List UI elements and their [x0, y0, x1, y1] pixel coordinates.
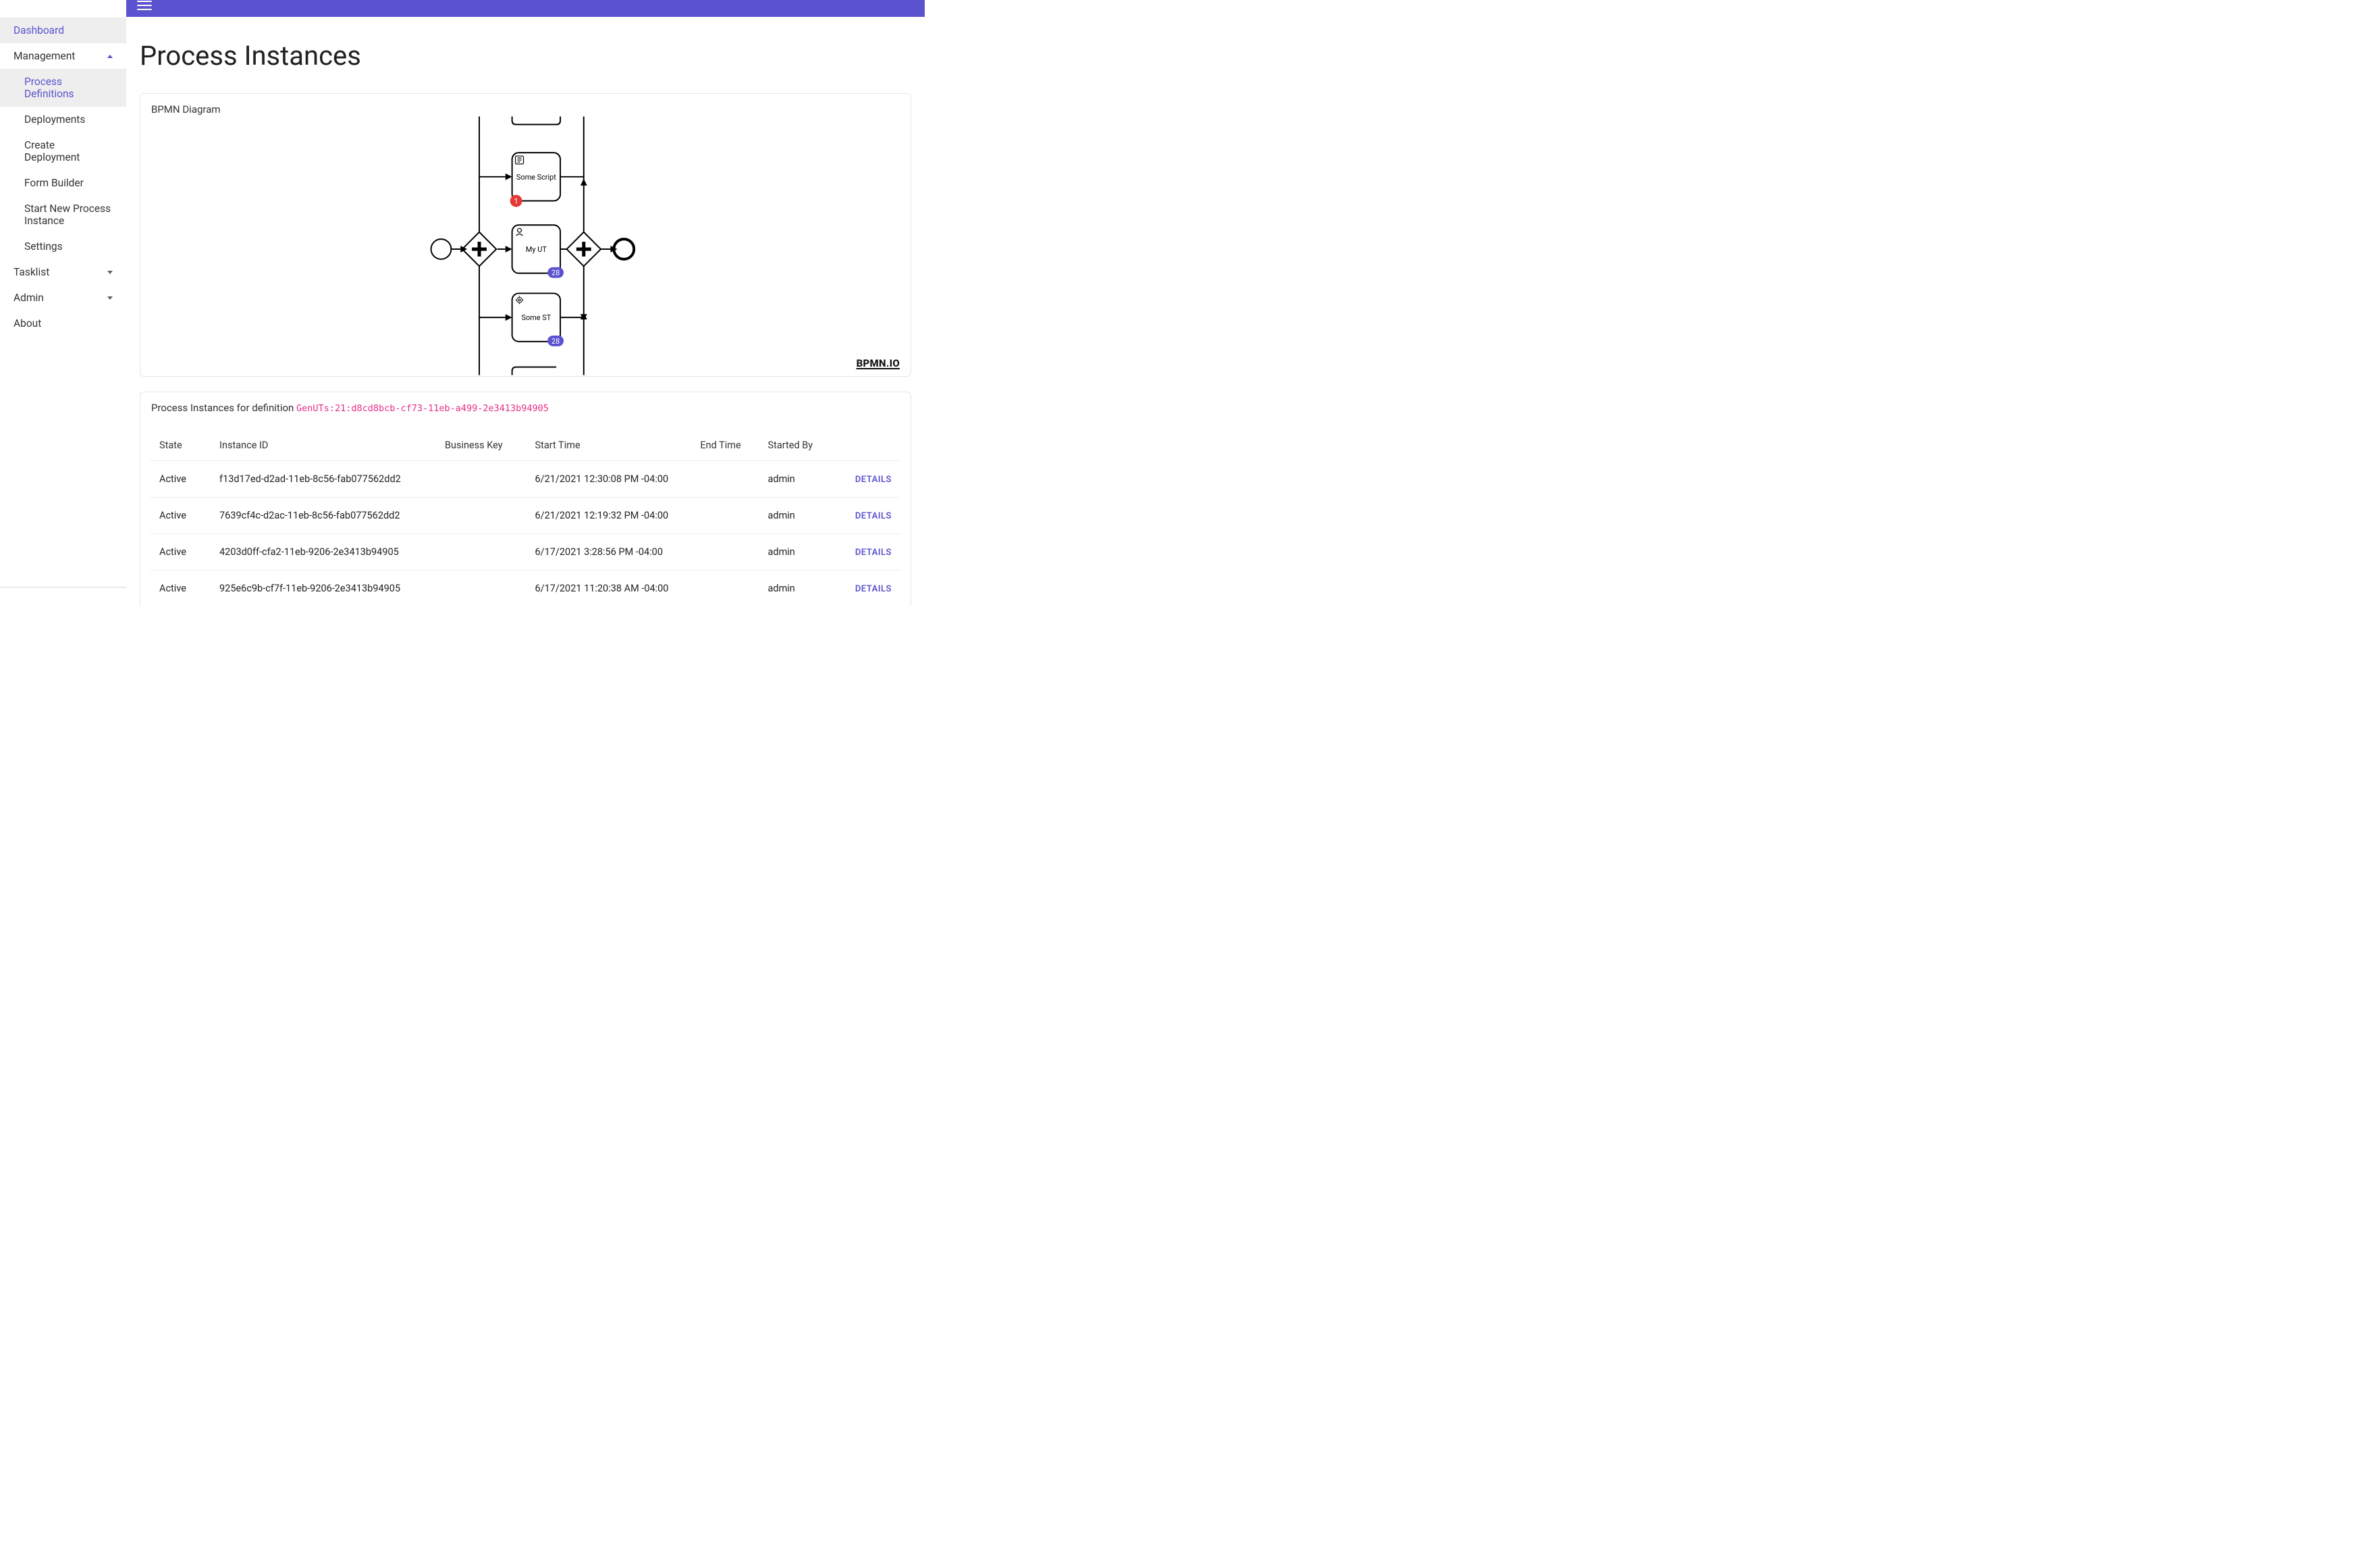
cell-start-time: 6/21/2021 12:30:08 PM -04:00	[525, 461, 691, 498]
cell-started-by: admin	[759, 534, 826, 571]
sidebar-item-dashboard[interactable]: Dashboard	[0, 18, 126, 43]
details-button[interactable]: DETAILS	[855, 511, 892, 521]
cell-started-by: admin	[759, 498, 826, 534]
sidebar-item-label: Tasklist	[13, 266, 49, 278]
col-state[interactable]: State	[150, 431, 210, 461]
bpmn-diagram-canvas[interactable]: Some Script 1	[140, 115, 911, 376]
cell-business-key	[435, 571, 526, 607]
definition-id[interactable]: GenUTs:21:d8cd8bcb-cf73-11eb-a499-2e3413…	[296, 403, 549, 414]
cell-start-time: 6/17/2021 3:28:56 PM -04:00	[525, 534, 691, 571]
parallel-gateway-split	[462, 232, 497, 267]
task-badge-0: 1	[510, 195, 522, 207]
page-title: Process Instances	[140, 40, 911, 72]
bpmn-io-logo[interactable]: BPMN.IO	[857, 357, 900, 369]
sidebar-item-tasklist[interactable]: Tasklist	[0, 259, 126, 285]
cell-instance-id: 4203d0ff-cfa2-11eb-9206-2e3413b94905	[210, 534, 435, 571]
task-label-2: Some ST	[522, 313, 551, 322]
start-event	[431, 239, 452, 259]
task-my-ut: My UT 28	[497, 225, 566, 278]
col-started-by[interactable]: Started By	[759, 431, 826, 461]
cell-end-time	[691, 461, 758, 498]
cell-end-time	[691, 498, 758, 534]
cell-started-by: admin	[759, 571, 826, 607]
cell-started-by: admin	[759, 461, 826, 498]
chevron-up-icon	[107, 55, 113, 58]
cell-business-key	[435, 498, 526, 534]
sidebar-item-label: Dashboard	[13, 24, 64, 36]
bpmn-diagram-title: BPMN Diagram	[140, 94, 911, 115]
sidebar: Command Dashboard Management Process Defin…	[0, 0, 126, 587]
sidebar-item-about[interactable]: About	[0, 311, 126, 336]
svg-text:28: 28	[551, 269, 560, 278]
sidebar-item-deployments[interactable]: Deployments	[0, 107, 126, 132]
cell-state: Active	[150, 534, 210, 571]
cell-instance-id: f13d17ed-d2ad-11eb-8c56-fab077562dd2	[210, 461, 435, 498]
sidebar-item-admin[interactable]: Admin	[0, 285, 126, 311]
sidebar-item-start-new-process-instance[interactable]: Start New Process Instance	[0, 196, 126, 234]
brand: Command	[0, 0, 126, 4]
details-button[interactable]: DETAILS	[855, 584, 892, 594]
table-row: Active4203d0ff-cfa2-11eb-9206-2e3413b949…	[150, 534, 901, 571]
sidebar-item-management[interactable]: Management	[0, 43, 126, 69]
cell-instance-id: 925e6c9b-cf7f-11eb-9206-2e3413b94905	[210, 571, 435, 607]
cell-state: Active	[150, 461, 210, 498]
task-label-0: Some Script	[516, 173, 556, 182]
cell-business-key	[435, 461, 526, 498]
process-instances-panel: Process Instances for definition GenUTs:…	[140, 392, 911, 606]
table-row: Activef13d17ed-d2ad-11eb-8c56-fab077562d…	[150, 461, 901, 498]
parallel-gateway-join	[567, 232, 601, 267]
sidebar-item-label: Admin	[13, 292, 44, 304]
content-area: Process Instances BPMN Diagram	[126, 17, 925, 606]
sidebar-nav: Dashboard Management Process DefinitionsDe…	[0, 4, 126, 336]
col-end-time[interactable]: End Time	[691, 431, 758, 461]
topbar	[126, 0, 925, 17]
cell-start-time: 6/21/2021 12:19:32 PM -04:00	[525, 498, 691, 534]
sidebar-item-create-deployment[interactable]: Create Deployment	[0, 132, 126, 170]
table-row: Active7639cf4c-d2ac-11eb-8c56-fab077562d…	[150, 498, 901, 534]
sidebar-item-form-builder[interactable]: Form Builder	[0, 170, 126, 196]
task-some-st: Some ST 28	[479, 293, 587, 346]
col-business-key[interactable]: Business Key	[435, 431, 526, 461]
instances-table: State Instance ID Business Key Start Tim…	[150, 431, 901, 606]
task-some-script: Some Script 1	[479, 153, 584, 207]
cell-state: Active	[150, 498, 210, 534]
task-badge-1: 28	[547, 267, 564, 278]
cell-end-time	[691, 571, 758, 607]
cell-end-time	[691, 534, 758, 571]
instances-header-prefix: Process Instances for definition	[151, 402, 296, 414]
svg-text:1: 1	[514, 196, 518, 205]
sidebar-item-process-definitions[interactable]: Process Definitions	[0, 69, 126, 107]
details-button[interactable]: DETAILS	[855, 475, 892, 485]
chevron-down-icon	[107, 296, 113, 300]
sidebar-item-label: Management	[13, 50, 75, 62]
details-button[interactable]: DETAILS	[855, 548, 892, 558]
cell-instance-id: 7639cf4c-d2ac-11eb-8c56-fab077562dd2	[210, 498, 435, 534]
cell-business-key	[435, 534, 526, 571]
bpmn-svg: Some Script 1	[140, 115, 911, 376]
cell-start-time: 6/17/2021 11:20:38 AM -04:00	[525, 571, 691, 607]
col-instance-id[interactable]: Instance ID	[210, 431, 435, 461]
sidebar-item-label: About	[13, 317, 41, 329]
cell-state: Active	[150, 571, 210, 607]
bpmn-diagram-panel: BPMN Diagram	[140, 93, 911, 377]
sidebar-item-settings[interactable]: Settings	[0, 234, 126, 259]
task-badge-2: 28	[547, 336, 564, 346]
svg-text:28: 28	[551, 337, 560, 346]
chevron-down-icon	[107, 271, 113, 274]
col-start-time[interactable]: Start Time	[525, 431, 691, 461]
menu-icon[interactable]	[137, 1, 152, 10]
table-row: Active925e6c9b-cf7f-11eb-9206-2e3413b949…	[150, 571, 901, 607]
task-label-1: My UT	[526, 245, 547, 254]
instances-header: Process Instances for definition GenUTs:…	[140, 392, 911, 417]
